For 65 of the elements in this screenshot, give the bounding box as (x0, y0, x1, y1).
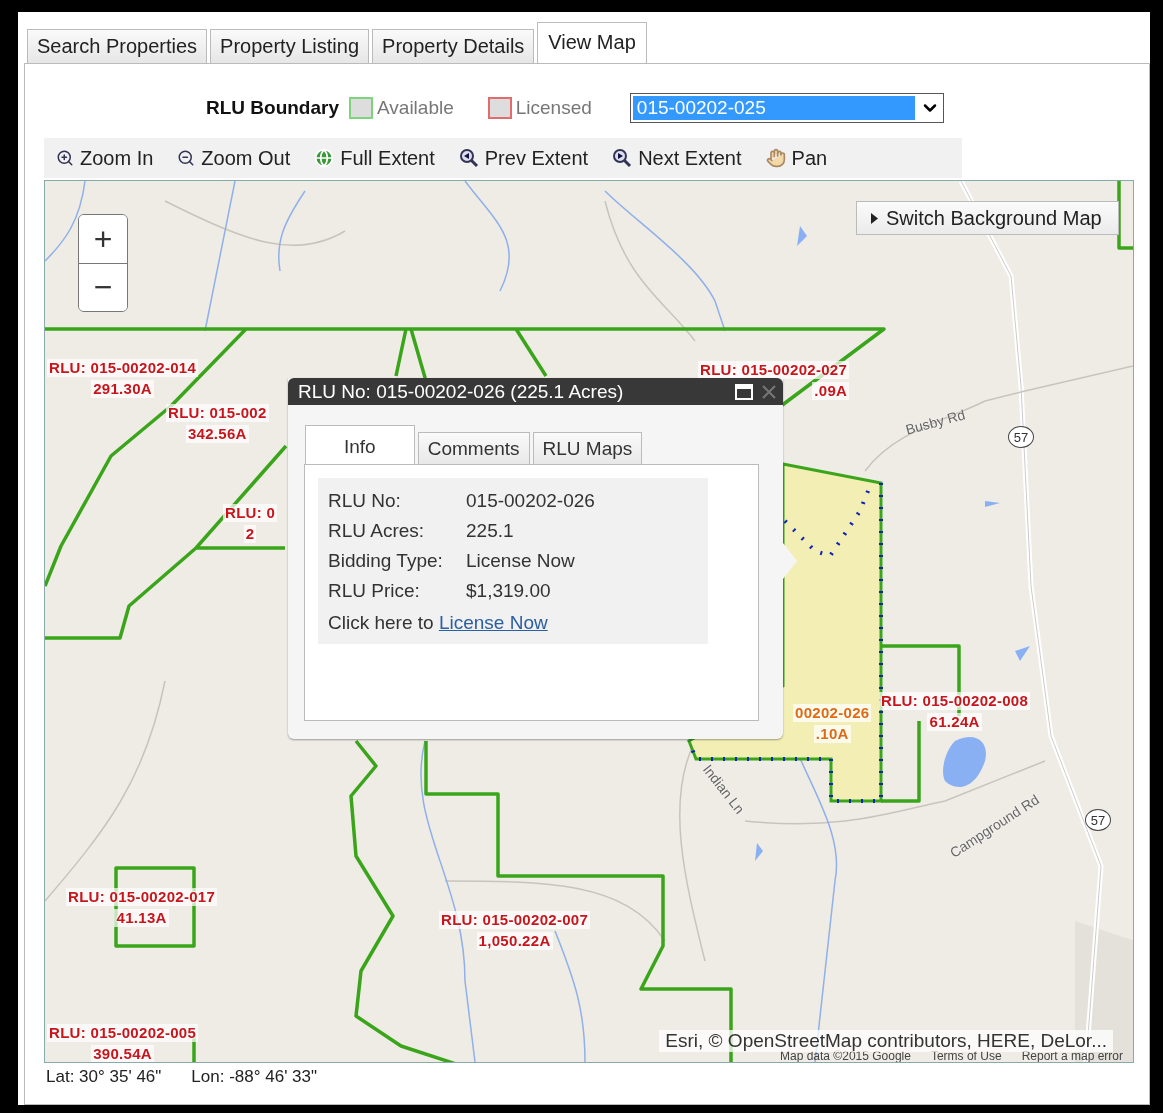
magnifier-arrow-icon (458, 148, 479, 168)
parcel-label: RLU: 015-00202-017 (66, 888, 218, 906)
map-credit[interactable]: Terms of Use (930, 1050, 1002, 1062)
parcel-label: 291.30A (91, 380, 154, 398)
legend-label: Licensed (515, 97, 592, 119)
parcel-label: RLU: 015-00202-008 (879, 692, 1031, 710)
road-label: Busby Rd (903, 406, 967, 438)
parcel-label: 00202-026 (793, 704, 872, 722)
parcel-label: .09A (812, 382, 850, 400)
license-prompt: Click here to License Now (328, 612, 549, 634)
page-tab[interactable]: Property Details (372, 29, 535, 64)
parcel-label: RLU: 0 (223, 504, 278, 522)
globe-icon (314, 148, 335, 168)
route-shield: 57 (1008, 426, 1034, 448)
parcel-label: 41.13A (114, 909, 169, 927)
popup-tab[interactable]: Info (305, 425, 415, 465)
toolbar-button[interactable]: Next Extent (612, 146, 742, 170)
field-value: 225.1 (466, 519, 515, 543)
parcel-label: 342.56A (185, 425, 249, 443)
parcel-label: 1,050.22A (476, 932, 553, 950)
parcel-label: 2 (243, 525, 257, 543)
parcel-label: RLU: 015-002 (166, 404, 269, 422)
toolbar-button[interactable]: Zoom In (56, 146, 154, 170)
magnifier-arrow-icon (612, 148, 633, 168)
popup-title: RLU No: 015-00202-026 (225.1 Acres) (298, 380, 625, 403)
route-shield: 57 (1085, 809, 1111, 831)
map-credit: Map data ©2015 Google (780, 1050, 911, 1062)
triangle-icon (871, 212, 878, 224)
field-label: RLU Acres: (328, 519, 426, 543)
legend-title: RLU Boundary (206, 97, 339, 119)
parcel-label: RLU: 015-00202-014 (47, 359, 199, 377)
latitude-readout: Lat: 30° 35' 46" (46, 1067, 162, 1087)
close-icon[interactable] (761, 383, 777, 400)
maximize-icon[interactable] (735, 383, 753, 400)
license-link[interactable]: License Now (438, 612, 548, 633)
map-credit[interactable]: Report a map error (1021, 1050, 1123, 1062)
map-attribution: Esri, © OpenStreetMap contributors, HERE, DeLor... (659, 1030, 1113, 1052)
hand-icon (765, 148, 786, 168)
popup-tab[interactable]: RLU Maps (532, 432, 643, 465)
zoom-out-button[interactable]: − (79, 263, 127, 311)
parcel-label: .10A (813, 725, 851, 743)
field-label: RLU No: (328, 489, 402, 513)
longitude-readout: Lon: -88° 46' 33" (191, 1067, 318, 1087)
popup-tab[interactable]: Comments (417, 432, 530, 465)
switch-map-button[interactable]: Switch Background Map (856, 201, 1119, 235)
parcel-label: 390.54A (91, 1045, 154, 1062)
parcel-label: RLU: 015-00202-005 (47, 1024, 199, 1042)
parcel-label: RLU: 015-00202-027 (698, 361, 850, 379)
zoom-in-icon (56, 149, 74, 167)
toolbar-button[interactable]: Prev Extent (458, 146, 589, 170)
field-label: Bidding Type: (328, 549, 444, 573)
toolbar-button[interactable]: Zoom Out (177, 146, 291, 170)
toolbar-button[interactable]: Pan (765, 146, 828, 170)
page-tab[interactable]: Property Listing (210, 29, 370, 64)
page-tab[interactable]: View Map (537, 22, 647, 64)
legend-label: Available (377, 97, 454, 119)
field-label: RLU Price: (328, 579, 421, 603)
parcel-label: RLU: 015-00202-007 (439, 911, 591, 929)
toolbar-button[interactable]: Full Extent (314, 146, 435, 170)
field-value: 015-00202-026 (466, 489, 596, 513)
field-value: License Now (466, 549, 576, 573)
zoom-out-icon (177, 149, 196, 167)
field-value: $1,319.00 (466, 579, 552, 603)
page-tab[interactable]: Search Properties (27, 29, 208, 64)
parcel-label: 61.24A (927, 713, 982, 731)
